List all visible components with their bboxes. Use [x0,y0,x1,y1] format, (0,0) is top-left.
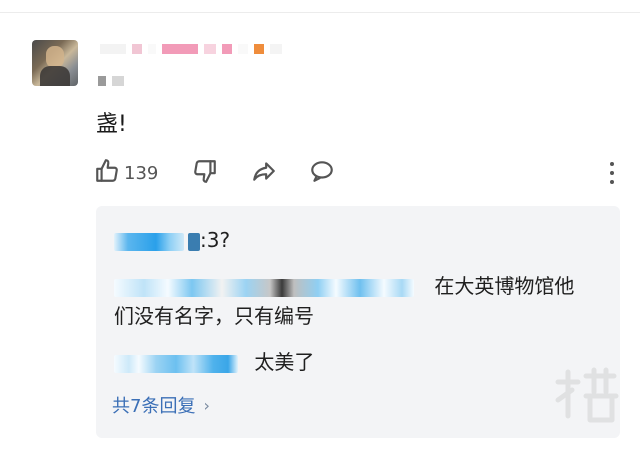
share-icon [250,158,278,188]
reply-text-continued: 们没有名字，只有编号 [114,304,314,328]
reply-item[interactable]: :3? [114,226,230,254]
chevron-right-icon: › [203,395,210,415]
reply-username-blurred[interactable] [114,232,184,251]
reply-button[interactable] [308,156,336,190]
comment-icon [308,158,336,188]
dislike-button[interactable] [192,156,218,190]
comment-actions: 139 [94,156,624,190]
reply-item[interactable]: 在大英博物馆他 [114,272,574,300]
comment-text: 盏! [96,112,127,137]
top-divider [0,12,640,13]
like-button[interactable]: 139 [94,156,158,190]
more-options-button[interactable] [608,162,616,184]
reply-text: :3? [200,228,231,252]
more-vertical-icon [610,162,614,166]
user-meta-blurred [98,76,124,86]
view-all-replies-link[interactable]: 共7条回复 › [112,392,210,418]
reply-text: 在大英博物馆他 [434,274,575,298]
watermark-logo [555,367,619,423]
reply-item[interactable]: 太美了 [114,348,314,376]
thumbs-up-icon [94,158,120,188]
like-count: 139 [124,162,159,184]
reply-username-blurred[interactable] [114,354,238,373]
reply-list: :3? 在大英博物馆他 们没有名字，只有编号 太美了 共7条回复 › [96,206,620,438]
username-blurred[interactable] [100,44,282,54]
reply-text: 太美了 [254,350,315,374]
reply-username-blurred[interactable] [114,278,414,297]
share-button[interactable] [250,156,278,190]
thumbs-down-icon [192,158,218,188]
view-all-replies-label: 共7条回复 [112,396,196,417]
avatar[interactable] [32,40,78,86]
